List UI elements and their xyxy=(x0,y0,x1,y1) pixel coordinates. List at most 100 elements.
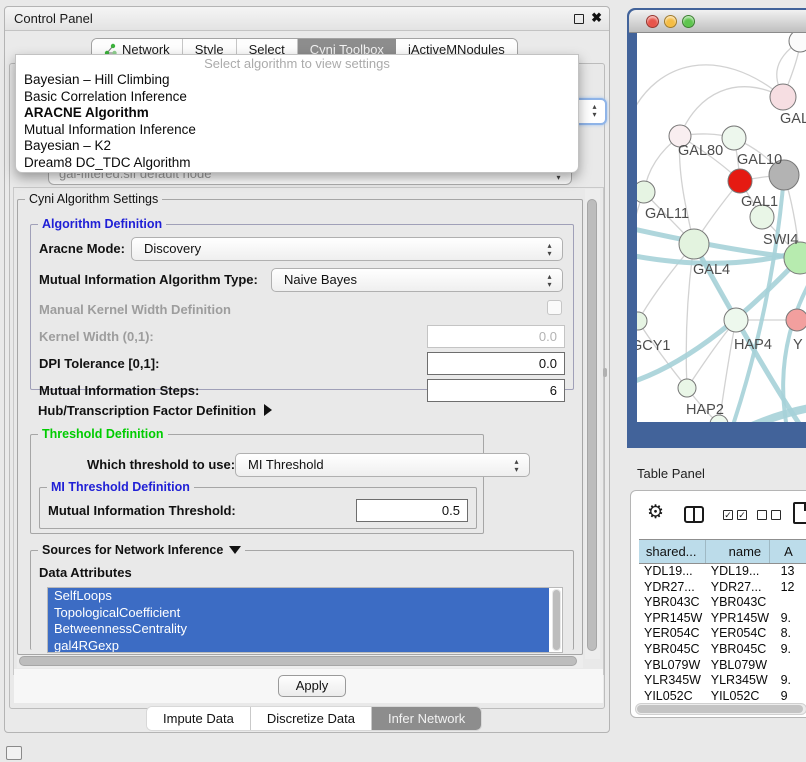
network-node[interactable] xyxy=(637,312,647,330)
stepper-icon xyxy=(512,458,521,474)
stepper-icon xyxy=(545,273,554,289)
table-row[interactable]: YDR27...YDR27...12 xyxy=(639,580,806,596)
algorithm-option[interactable]: Mutual Information Inference xyxy=(16,122,578,139)
table-cell: YDL19... xyxy=(706,564,771,580)
algorithm-placeholder: Select algorithm to view settings xyxy=(16,55,578,72)
network-node[interactable] xyxy=(679,229,709,259)
algorithm-dropdown-popup: Select algorithm to view settings Bayesi… xyxy=(15,54,579,173)
table-row[interactable]: YBL079WYBL079W xyxy=(639,658,806,674)
attribute-list-item[interactable]: gal4RGexp xyxy=(48,638,549,654)
table-row[interactable]: YBR043CYBR043C xyxy=(639,595,806,611)
tab-infer-network[interactable]: Infer Network xyxy=(372,707,481,730)
apply-button[interactable]: Apply xyxy=(278,675,346,697)
node-label: Y xyxy=(793,337,803,353)
apply-strip: Apply xyxy=(14,669,603,703)
vertical-scrollbar[interactable] xyxy=(585,189,600,659)
sources-group: Sources for Network Inference Data Attri… xyxy=(30,550,574,650)
which-threshold-label: Which threshold to use: xyxy=(87,457,235,472)
node-label: GAL xyxy=(780,111,806,127)
aracne-mode-combobox[interactable]: Discovery xyxy=(131,237,563,261)
minimize-traffic-light-icon[interactable] xyxy=(664,15,677,28)
sources-group-toggle[interactable]: Sources for Network Inference xyxy=(38,543,245,557)
mi-type-combobox[interactable]: Naive Bayes xyxy=(271,268,563,292)
table-column-header[interactable]: name xyxy=(706,540,771,563)
mi-threshold-input[interactable] xyxy=(356,499,468,522)
table-cell: 9. xyxy=(771,611,806,627)
algorithm-option[interactable]: Dream8 DC_TDC Algorithm xyxy=(16,155,578,172)
tab-discretize-data[interactable]: Discretize Data xyxy=(251,707,372,730)
table-cell: YBL079W xyxy=(639,658,706,674)
table-cell xyxy=(771,658,806,674)
table-cell: YBR045C xyxy=(639,642,706,658)
table-row[interactable]: YDL19...YDL19...13 xyxy=(639,564,806,580)
mi-steps-label: Mutual Information Steps: xyxy=(39,383,199,398)
close-traffic-light-icon[interactable] xyxy=(646,15,659,28)
collapsed-panel-icon[interactable] xyxy=(6,746,22,760)
table-cell: 8. xyxy=(771,626,806,642)
network-node[interactable] xyxy=(770,84,796,110)
horizontal-scrollbar[interactable] xyxy=(17,655,583,668)
table-row[interactable]: YBR045CYBR045C9. xyxy=(639,642,806,658)
network-canvas[interactable]: GALGAL80GAL10GAL1SWI4GAL11GAL4GCY1HAP4YH… xyxy=(637,33,806,422)
attribute-list-item[interactable]: BetweennessCentrality xyxy=(48,621,549,638)
network-window-titlebar[interactable] xyxy=(629,10,806,33)
data-attributes-list[interactable]: SelfLoopsTopologicalCoefficientBetweenne… xyxy=(47,587,563,653)
panel-title: Control Panel xyxy=(14,11,93,26)
network-edge[interactable] xyxy=(687,320,736,388)
float-window-icon[interactable] xyxy=(574,14,584,24)
dpi-tolerance-input[interactable] xyxy=(427,352,565,375)
kernel-width-input[interactable] xyxy=(427,325,565,348)
cyni-algorithm-settings-group: Cyni Algorithm Settings Algorithm Defini… xyxy=(17,199,583,655)
network-node[interactable] xyxy=(722,126,746,150)
table-row[interactable]: YIL052CYIL052C9 xyxy=(639,689,806,705)
tab-impute-data[interactable]: Impute Data xyxy=(147,707,251,730)
panel-splitter-handle[interactable] xyxy=(603,368,607,377)
algorithm-options-list: Bayesian – Hill ClimbingBasic Correlatio… xyxy=(16,72,578,172)
table-cell: YBR043C xyxy=(639,595,706,611)
node-label: GAL4 xyxy=(693,262,730,278)
algorithm-definition-group: Algorithm Definition Aracne Mode: Discov… xyxy=(30,224,574,390)
split-columns-icon[interactable] xyxy=(684,506,704,523)
algorithm-option[interactable]: Bayesian – Hill Climbing xyxy=(16,72,578,89)
list-scrollbar[interactable] xyxy=(552,589,561,651)
manual-kernel-checkbox[interactable] xyxy=(547,300,562,315)
table-row[interactable]: YLR345WYLR345W9. xyxy=(639,673,806,689)
aracne-mode-value: Discovery xyxy=(144,241,201,256)
table-cell: YER054C xyxy=(706,626,771,642)
network-node[interactable] xyxy=(678,379,696,397)
network-node[interactable] xyxy=(637,181,655,203)
network-node[interactable] xyxy=(789,33,806,52)
attribute-list-item[interactable]: SelfLoops xyxy=(48,588,549,605)
zoom-traffic-light-icon[interactable] xyxy=(682,15,695,28)
collapsed-arrow-icon xyxy=(264,404,272,416)
select-all-checks-icon[interactable]: ✓✓ xyxy=(723,510,747,520)
mi-steps-input[interactable] xyxy=(427,379,565,402)
table-column-header[interactable]: A xyxy=(770,540,806,563)
network-node[interactable] xyxy=(728,169,752,193)
table-cell: 12 xyxy=(771,580,806,596)
table-horizontal-scrollbar[interactable] xyxy=(635,703,806,715)
close-icon[interactable]: ✖ xyxy=(591,10,602,26)
gear-icon[interactable]: ⚙ xyxy=(647,501,664,524)
algorithm-option[interactable]: Basic Correlation Inference xyxy=(16,89,578,106)
table-column-header[interactable]: shared... xyxy=(639,540,706,563)
algorithm-option[interactable]: Bayesian – K2 xyxy=(16,138,578,155)
threshold-definition-group: Threshold Definition Which threshold to … xyxy=(30,434,484,534)
algorithm-option[interactable]: ARACNE Algorithm xyxy=(16,105,578,122)
network-node[interactable] xyxy=(724,308,748,332)
node-table[interactable]: shared...nameA YDL19...YDL19...13YDR27..… xyxy=(639,539,806,704)
table-cell: YLR345W xyxy=(639,673,706,689)
hub-section-toggle[interactable]: Hub/Transcription Factor Definition xyxy=(38,403,272,418)
node-label: HAP4 xyxy=(734,337,772,353)
mi-threshold-definition-group: MI Threshold Definition Mutual Informati… xyxy=(39,487,477,529)
table-cell: YDL19... xyxy=(639,564,706,580)
network-node[interactable] xyxy=(786,309,806,331)
new-table-icon[interactable] xyxy=(793,502,806,524)
table-row[interactable]: YPR145WYPR145W9. xyxy=(639,611,806,627)
kernel-width-label: Kernel Width (0,1): xyxy=(39,329,154,344)
unselect-all-checks-icon[interactable] xyxy=(757,510,781,520)
table-row[interactable]: YER054CYER054C8. xyxy=(639,626,806,642)
table-cell: YLR345W xyxy=(706,673,771,689)
attribute-list-item[interactable]: TopologicalCoefficient xyxy=(48,605,549,622)
which-threshold-combobox[interactable]: MI Threshold xyxy=(235,453,530,477)
